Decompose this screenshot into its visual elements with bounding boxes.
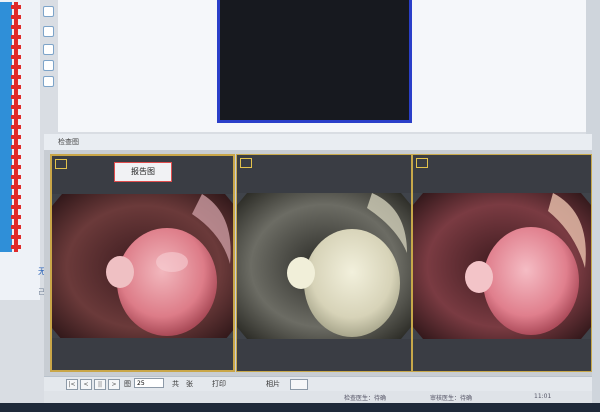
endoscopy-image-1[interactable]: 报告图 xyxy=(50,154,235,372)
toolbar-button-3[interactable] xyxy=(43,44,54,55)
toolbar-button-1[interactable] xyxy=(43,6,54,17)
report-image-badge: 报告图 xyxy=(114,162,172,182)
toolbar-button-5[interactable] xyxy=(43,76,54,87)
page-label: 图 xyxy=(124,380,131,388)
section-title: 检查图 xyxy=(58,138,79,146)
section-header: 检查图 xyxy=(44,134,592,151)
select-marker-icon[interactable] xyxy=(416,158,428,168)
image-toolbar: |< < || > 图 25 共 张 打印 相片 xyxy=(44,376,592,391)
select-marker-icon[interactable] xyxy=(240,158,252,168)
next-page-button[interactable]: > xyxy=(108,379,120,390)
taskbar xyxy=(0,403,600,412)
prev-page-button[interactable]: < xyxy=(80,379,92,390)
red-cross-icon xyxy=(10,241,22,253)
print-label[interactable]: 打印 xyxy=(212,379,226,389)
select-marker-icon[interactable] xyxy=(55,159,67,169)
frame-footer xyxy=(52,338,233,370)
patient-list-panel xyxy=(0,0,40,300)
frame-footer xyxy=(413,339,591,371)
endoscopy-image-2[interactable] xyxy=(236,154,412,372)
endoscopy-photo-enhanced xyxy=(237,193,411,339)
frame-header xyxy=(413,155,591,193)
zoom-select[interactable]: 25 xyxy=(134,378,164,388)
review-doctor-status: 审核医生：待确 xyxy=(430,395,473,402)
patient-list-row[interactable] xyxy=(0,242,40,252)
toolbar-button-4[interactable] xyxy=(43,60,54,71)
zoom-value: 25 xyxy=(137,380,145,387)
live-video-preview xyxy=(217,0,412,123)
endoscopy-photo-3 xyxy=(413,193,591,339)
unit-label: 张 xyxy=(186,380,193,388)
frame-header: 报告图 xyxy=(52,156,233,194)
exam-doctor-status: 检查医生：待确 xyxy=(344,395,387,402)
clock: 11:01 xyxy=(534,393,552,400)
frame-header xyxy=(237,155,411,193)
toolbar-button-2[interactable] xyxy=(43,26,54,37)
first-page-button[interactable]: |< xyxy=(66,379,78,390)
count-label: 共 xyxy=(172,380,179,388)
pause-button[interactable]: || xyxy=(94,379,106,390)
endoscopy-image-3[interactable] xyxy=(412,154,592,372)
photo-button[interactable] xyxy=(290,379,308,390)
endoscopy-photo xyxy=(52,194,233,338)
status-bar: 检查医生：待确 审核医生：待确 11:01 xyxy=(44,391,592,403)
frame-footer xyxy=(237,339,411,371)
photo-label: 相片 xyxy=(266,380,280,388)
